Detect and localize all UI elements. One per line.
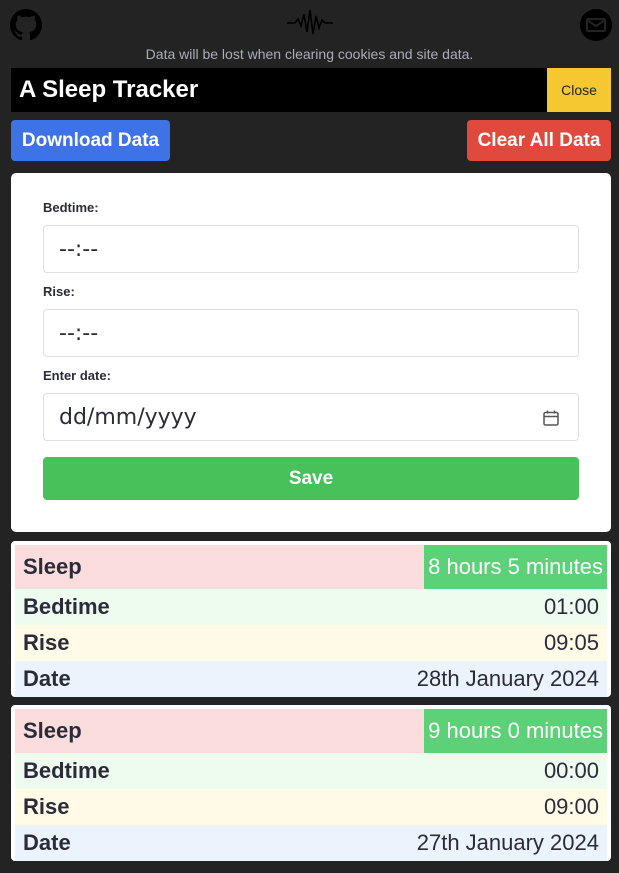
sleep-key: Sleep bbox=[23, 718, 82, 743]
clear-all-data-button[interactable]: Clear All Data bbox=[467, 120, 611, 161]
sleep-duration: 8 hours 5 minutes bbox=[424, 545, 607, 589]
top-bar: Data will be lost when clearing cookies … bbox=[0, 0, 619, 68]
github-icon[interactable] bbox=[10, 9, 42, 41]
date-key: Date bbox=[23, 830, 71, 855]
page-title: A Sleep Tracker bbox=[19, 76, 199, 103]
date-row: Date 27th January 2024 bbox=[15, 825, 607, 861]
rise-row: Rise 09:05 bbox=[15, 625, 607, 661]
rise-label: Rise: bbox=[43, 284, 75, 299]
sleep-entry-card: Sleep 9 hours 0 minutes Bedtime 00:00 Ri… bbox=[11, 705, 611, 861]
rise-row: Rise 09:00 bbox=[15, 789, 607, 825]
waveform-logo-icon bbox=[287, 9, 333, 35]
bedtime-label: Bedtime: bbox=[43, 200, 99, 215]
date-label: Enter date: bbox=[43, 368, 111, 383]
rise-value: 09:00 bbox=[543, 794, 599, 819]
bedtime-key: Bedtime bbox=[23, 758, 110, 783]
close-button[interactable]: Close bbox=[547, 68, 611, 112]
save-button[interactable]: Save bbox=[43, 457, 579, 500]
bedtime-input[interactable]: --:-- bbox=[43, 225, 579, 273]
sleep-row: Sleep 9 hours 0 minutes bbox=[15, 709, 607, 753]
sleep-duration: 9 hours 0 minutes bbox=[424, 709, 607, 753]
bedtime-value: 01:00 bbox=[543, 594, 599, 619]
data-loss-notice: Data will be lost when clearing cookies … bbox=[145, 46, 474, 62]
date-row: Date 28th January 2024 bbox=[15, 661, 607, 697]
bedtime-row: Bedtime 00:00 bbox=[15, 753, 607, 789]
rise-value: 09:05 bbox=[543, 630, 599, 655]
title-bar: A Sleep Tracker Close bbox=[11, 68, 611, 112]
rise-key: Rise bbox=[23, 794, 70, 819]
sleep-entry-card: Sleep 8 hours 5 minutes Bedtime 01:00 Ri… bbox=[11, 541, 611, 697]
date-value: 28th January 2024 bbox=[416, 666, 599, 691]
bedtime-value: 00:00 bbox=[543, 758, 599, 783]
bedtime-row: Bedtime 01:00 bbox=[15, 589, 607, 625]
date-value: 27th January 2024 bbox=[416, 830, 599, 855]
bedtime-key: Bedtime bbox=[23, 594, 110, 619]
rise-key: Rise bbox=[23, 630, 70, 655]
sleep-row: Sleep 8 hours 5 minutes bbox=[15, 545, 607, 589]
entry-form: Bedtime: --:-- Rise: --:-- Enter date: d… bbox=[11, 173, 611, 532]
calendar-icon[interactable] bbox=[542, 409, 560, 427]
date-key: Date bbox=[23, 666, 71, 691]
date-input[interactable]: dd/mm/yyyy bbox=[43, 393, 579, 441]
date-input-value: dd/mm/yyyy bbox=[59, 404, 197, 430]
sleep-key: Sleep bbox=[23, 554, 82, 579]
rise-input[interactable]: --:-- bbox=[43, 309, 579, 357]
mail-icon[interactable] bbox=[580, 9, 612, 41]
download-data-button[interactable]: Download Data bbox=[11, 120, 170, 161]
